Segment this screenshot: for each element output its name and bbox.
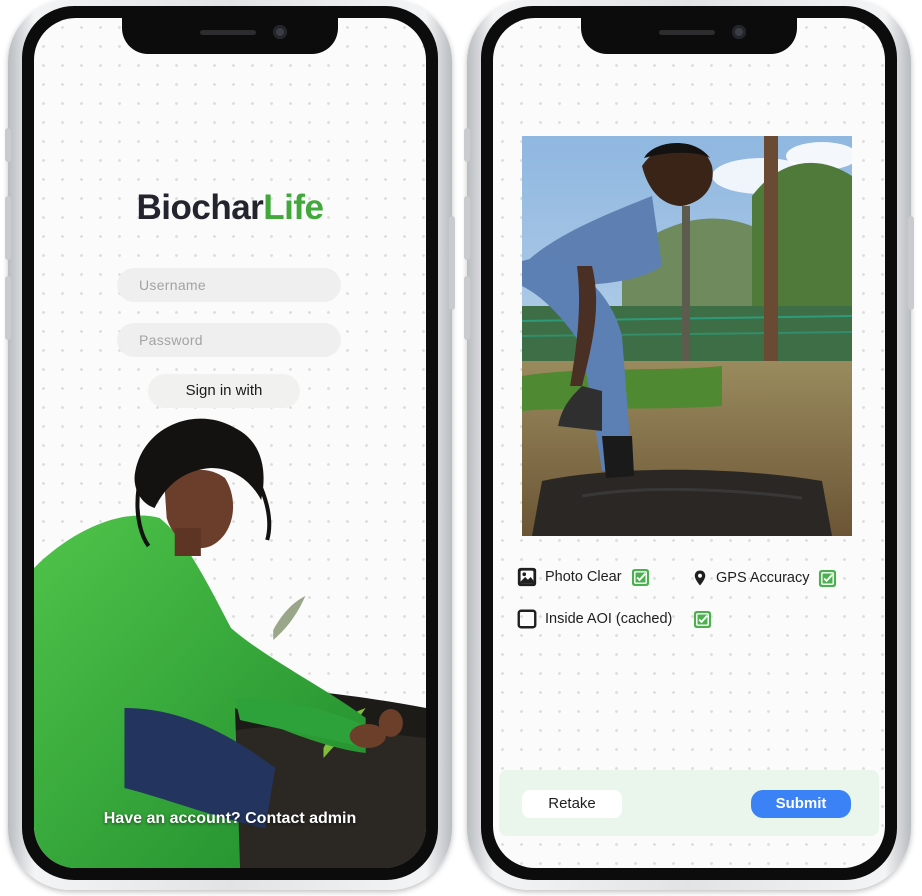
check-label-gps-accuracy: GPS Accuracy <box>716 570 810 586</box>
volume-down-button <box>464 276 470 340</box>
phone-frame-capture: Photo Clear GPS Accuracy Inside AOI (cac… <box>464 0 914 890</box>
captured-photo <box>522 136 852 536</box>
volume-up-button <box>464 196 470 260</box>
logo-text-life: Life <box>263 188 324 227</box>
checked-box-icon[interactable] <box>693 610 712 629</box>
app-logo: BiocharLife <box>34 188 426 228</box>
submit-button[interactable]: Submit <box>751 790 851 818</box>
contact-admin-label: Have an account? Contact admin <box>103 810 357 827</box>
farmer-photo <box>34 418 426 868</box>
action-bar: Retake Submit <box>499 770 879 836</box>
logo-text-life-label: Life <box>263 188 324 227</box>
contact-admin-link[interactable]: Have an account? Contact admin <box>34 810 426 828</box>
retake-button[interactable]: Retake <box>522 790 622 818</box>
phone-frame-login: BiocharLife Sign in with <box>5 0 455 890</box>
check-gps-accuracy: GPS Accuracy <box>691 567 837 589</box>
image-icon <box>517 567 537 587</box>
submit-label: Submit <box>775 795 827 812</box>
square-outline-icon <box>517 609 537 629</box>
retake-label: Retake <box>548 795 596 812</box>
capture-review-screen: Photo Clear GPS Accuracy Inside AOI (cac… <box>493 18 885 868</box>
check-photo-clear: Photo Clear <box>516 566 650 588</box>
check-label-inside-aoi: Inside AOI (cached) <box>545 611 673 627</box>
bezel: BiocharLife Sign in with <box>22 6 438 880</box>
logo-text-biochar: Biochar <box>136 188 264 227</box>
power-button <box>908 216 914 310</box>
login-screen: BiocharLife Sign in with <box>34 18 426 868</box>
mute-switch <box>464 128 470 162</box>
notch <box>581 12 797 54</box>
notch <box>122 12 338 54</box>
volume-down-button <box>5 276 11 340</box>
check-label-photo-clear: Photo Clear <box>545 569 622 585</box>
check-inside-aoi: Inside AOI (cached) <box>516 608 712 630</box>
volume-up-button <box>5 196 11 260</box>
speaker-grille <box>659 30 715 35</box>
speaker-grille <box>200 30 256 35</box>
bezel: Photo Clear GPS Accuracy Inside AOI (cac… <box>481 6 897 880</box>
power-button <box>449 216 455 310</box>
mute-switch <box>5 128 11 162</box>
front-camera <box>732 25 746 39</box>
sign-in-label: Sign in with <box>185 382 263 399</box>
password-input[interactable] <box>117 323 341 357</box>
front-camera <box>273 25 287 39</box>
checked-box-icon[interactable] <box>631 568 650 587</box>
username-input[interactable] <box>117 268 341 302</box>
sign-in-button[interactable]: Sign in with <box>148 374 300 408</box>
location-pin-icon <box>694 570 706 586</box>
checked-box-icon[interactable] <box>818 569 837 588</box>
